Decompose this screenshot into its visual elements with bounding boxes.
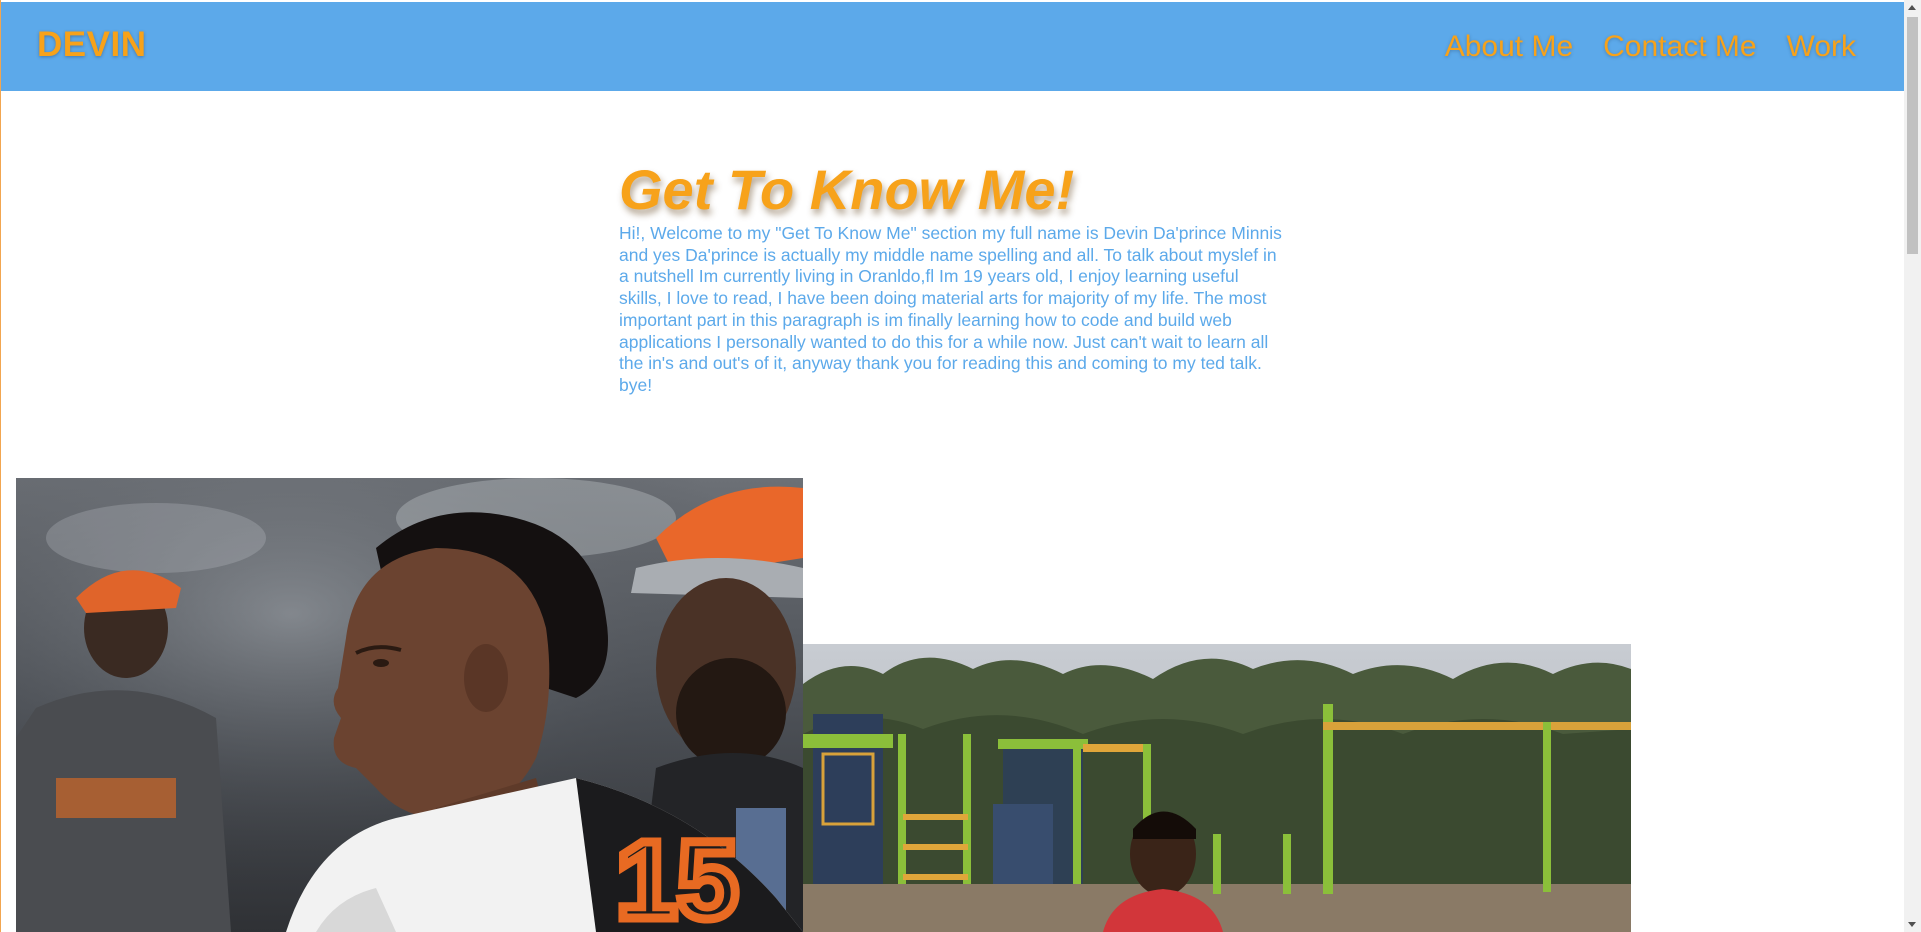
about-paragraph: Hi!, Welcome to my "Get To Know Me" sect… [619,223,1282,395]
vertical-scrollbar[interactable] [1904,0,1921,932]
nav-link-about-me[interactable]: About Me [1445,30,1573,64]
about-section: Get To Know Me! Hi!, Welcome to my "Get … [619,158,1284,397]
football-photo: 15 [16,478,803,932]
about-heading: Get To Know Me! [619,158,1075,221]
scrollbar-thumb[interactable] [1907,17,1918,254]
nav-link-work[interactable]: Work [1787,30,1856,64]
page: DEVIN About Me Contact Me Work Get To Kn… [0,0,1904,932]
scroll-up-arrow-icon[interactable] [1908,5,1916,10]
nav-links: About Me Contact Me Work [1445,30,1856,64]
nav-link-contact-me[interactable]: Contact Me [1603,30,1756,64]
jersey-number: 15 [616,819,738,932]
page-left-border [0,0,1,932]
playground-photo [803,644,1631,932]
navbar: DEVIN About Me Contact Me Work [1,2,1904,91]
scroll-down-arrow-icon[interactable] [1908,922,1916,927]
brand-logo-text[interactable]: DEVIN [37,25,146,65]
